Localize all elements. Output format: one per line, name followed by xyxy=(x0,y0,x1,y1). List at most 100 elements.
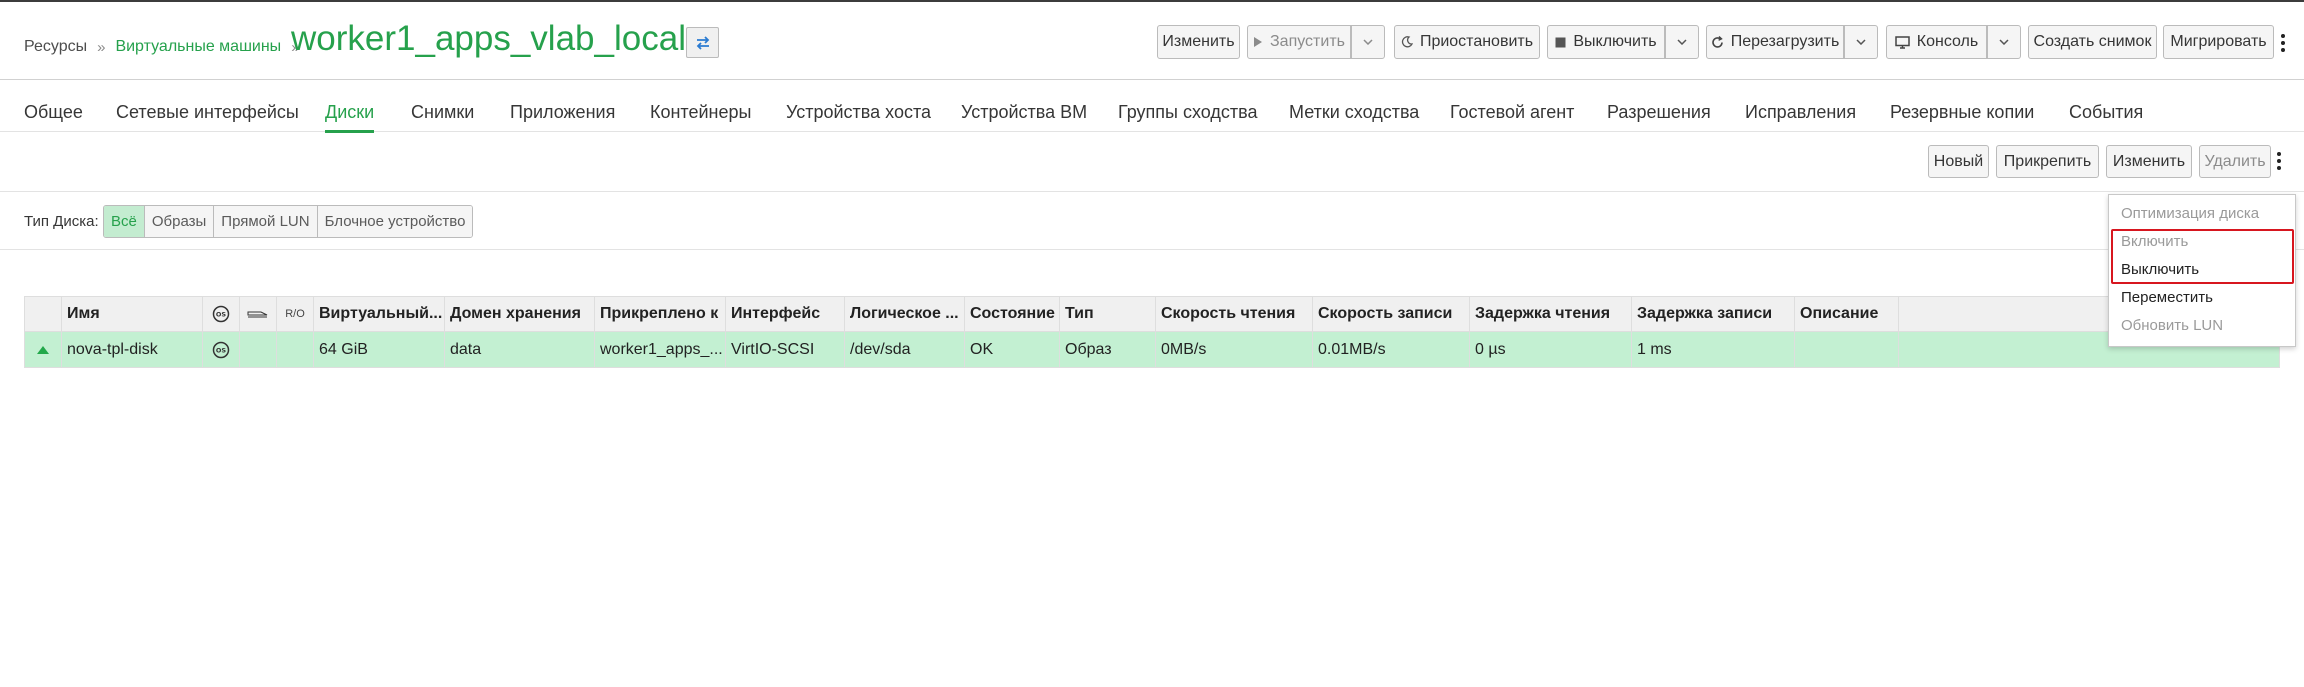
moon-icon xyxy=(1401,36,1413,48)
svg-text:OS: OS xyxy=(216,311,227,319)
tab-guest-agent[interactable]: Гостевой агент xyxy=(1450,102,1574,123)
filter-direct-lun[interactable]: Прямой LUN xyxy=(214,206,318,237)
highlight-annotation xyxy=(2111,229,2294,284)
disk-type-label: Тип Диска: xyxy=(24,213,99,230)
disk-more-actions-icon[interactable] xyxy=(2274,151,2284,171)
disk-os-cell: OS xyxy=(203,332,240,367)
tab-disks[interactable]: Диски xyxy=(325,102,375,133)
disks-toolbar: Новый Прикрепить Изменить Удалить xyxy=(0,132,2304,192)
column-logical-name[interactable]: Логическое ... xyxy=(845,297,965,331)
table-row[interactable]: nova-tpl-disk OS 64 GiB data worker1_app… xyxy=(24,332,2280,368)
edit-vm-button[interactable]: Изменить xyxy=(1157,25,1240,59)
column-storage-domain[interactable]: Домен хранения xyxy=(445,297,595,331)
run-button[interactable]: Запустить xyxy=(1247,25,1351,59)
breadcrumb-vms-link[interactable]: Виртуальные машины xyxy=(115,38,281,56)
disk-read-only-cell xyxy=(277,332,314,367)
remove-disk-button[interactable]: Удалить xyxy=(2199,145,2271,178)
monitor-icon xyxy=(1895,35,1910,49)
column-write-latency[interactable]: Задержка записи xyxy=(1632,297,1795,331)
filter-all[interactable]: Всё xyxy=(104,206,145,237)
shutdown-label: Выключить xyxy=(1573,33,1657,50)
tab-affinity-labels[interactable]: Метки сходства xyxy=(1289,102,1419,123)
status-up-icon xyxy=(37,345,49,354)
tab-events[interactable]: События xyxy=(2069,102,2143,123)
disk-status-text-cell: OK xyxy=(965,332,1060,367)
breadcrumb: Ресурсы » Виртуальные машины » xyxy=(24,38,310,56)
column-read-rate[interactable]: Скорость чтения xyxy=(1156,297,1313,331)
tab-general[interactable]: Общее xyxy=(24,102,83,123)
page-title: worker1_apps_vlab_local xyxy=(291,19,686,58)
tab-containers[interactable]: Контейнеры xyxy=(650,102,751,123)
disk-read-latency-cell: 0 µs xyxy=(1470,332,1632,367)
disk-bootable-cell xyxy=(240,332,277,367)
column-description[interactable]: Описание xyxy=(1795,297,1899,331)
column-write-rate[interactable]: Скорость записи xyxy=(1313,297,1470,331)
breadcrumb-resources: Ресурсы xyxy=(24,38,88,55)
new-disk-button[interactable]: Новый xyxy=(1928,145,1989,178)
page-header: Ресурсы » Виртуальные машины » worker1_a… xyxy=(0,2,2304,80)
tab-permissions[interactable]: Разрешения xyxy=(1607,102,1711,123)
menu-item-sparsify[interactable]: Оптимизация диска xyxy=(2121,205,2259,222)
refresh-icon xyxy=(1711,35,1724,49)
column-virtual-size[interactable]: Виртуальный... xyxy=(314,297,445,331)
tab-errata[interactable]: Исправления xyxy=(1745,102,1856,123)
swap-icon xyxy=(696,35,709,50)
disk-description-cell xyxy=(1795,332,1899,367)
column-os[interactable]: OS xyxy=(203,297,240,331)
chevron-down-icon xyxy=(1677,39,1687,45)
column-name[interactable]: Имя xyxy=(62,297,203,331)
run-label: Запустить xyxy=(1270,33,1345,50)
svg-text:OS: OS xyxy=(216,346,227,354)
tab-host-devices[interactable]: Устройства хоста xyxy=(786,102,931,123)
column-bootable[interactable] xyxy=(240,297,277,331)
disk-read-rate-cell: 0MB/s xyxy=(1156,332,1313,367)
disk-write-latency-cell: 1 ms xyxy=(1632,332,1795,367)
chevron-down-icon xyxy=(1856,39,1866,45)
switch-vm-button[interactable] xyxy=(686,27,719,58)
tab-applications[interactable]: Приложения xyxy=(510,102,615,123)
disk-attached-cell: worker1_apps_... xyxy=(595,332,726,367)
column-read-latency[interactable]: Задержка чтения xyxy=(1470,297,1632,331)
chevron-down-icon xyxy=(1363,39,1373,45)
console-button[interactable]: Консоль xyxy=(1886,25,1987,59)
disk-type-segmented-control: Всё Образы Прямой LUN Блочное устройство xyxy=(103,205,474,238)
disk-type-filter: Тип Диска: Всё Образы Прямой LUN Блочное… xyxy=(0,192,2304,250)
suspend-label: Приостановить xyxy=(1419,33,1534,50)
menu-item-move[interactable]: Переместить xyxy=(2121,289,2213,306)
column-read-only[interactable]: R/O xyxy=(277,297,314,331)
vm-tabs: Общее Сетевые интерфейсы Диски Снимки Пр… xyxy=(0,80,2304,133)
console-label: Консоль xyxy=(1916,33,1979,50)
shutdown-button[interactable]: Выключить xyxy=(1547,25,1665,59)
tab-affinity-groups[interactable]: Группы сходства xyxy=(1118,102,1258,123)
os-icon: OS xyxy=(212,341,230,358)
create-snapshot-button[interactable]: Создать снимок xyxy=(2028,25,2157,59)
run-dropdown-toggle[interactable] xyxy=(1351,25,1385,59)
filter-block-device[interactable]: Блочное устройство xyxy=(317,206,473,237)
disk-logical-name-cell: /dev/sda xyxy=(845,332,965,367)
disk-write-rate-cell: 0.01MB/s xyxy=(1313,332,1470,367)
suspend-button[interactable]: Приостановить xyxy=(1394,25,1540,59)
tab-snapshots[interactable]: Снимки xyxy=(411,102,474,123)
edit-disk-button[interactable]: Изменить xyxy=(2106,145,2192,178)
migrate-button[interactable]: Мигрировать xyxy=(2163,25,2274,59)
os-icon: OS xyxy=(212,305,230,323)
column-attached-to[interactable]: Прикреплено к xyxy=(595,297,726,331)
console-dropdown-toggle[interactable] xyxy=(1987,25,2021,59)
shutdown-dropdown-toggle[interactable] xyxy=(1665,25,1699,59)
more-actions-icon[interactable] xyxy=(2278,33,2288,53)
status-column-header xyxy=(25,297,62,331)
filter-images[interactable]: Образы xyxy=(144,206,215,237)
menu-item-refresh-lun[interactable]: Обновить LUN xyxy=(2121,317,2223,334)
column-interface[interactable]: Интерфейс xyxy=(726,297,845,331)
disk-name-cell: nova-tpl-disk xyxy=(62,332,203,367)
column-type[interactable]: Тип xyxy=(1060,297,1156,331)
disk-status-cell xyxy=(25,332,62,367)
tab-vm-devices[interactable]: Устройства ВМ xyxy=(961,102,1087,123)
reboot-button[interactable]: Перезагрузить xyxy=(1706,25,1844,59)
attach-disk-button[interactable]: Прикрепить xyxy=(1996,145,2099,178)
chevron-down-icon xyxy=(1999,39,2009,45)
column-status[interactable]: Состояние xyxy=(965,297,1060,331)
tab-backups[interactable]: Резервные копии xyxy=(1890,102,2034,123)
tab-network-interfaces[interactable]: Сетевые интерфейсы xyxy=(116,102,299,123)
reboot-dropdown-toggle[interactable] xyxy=(1844,25,1878,59)
